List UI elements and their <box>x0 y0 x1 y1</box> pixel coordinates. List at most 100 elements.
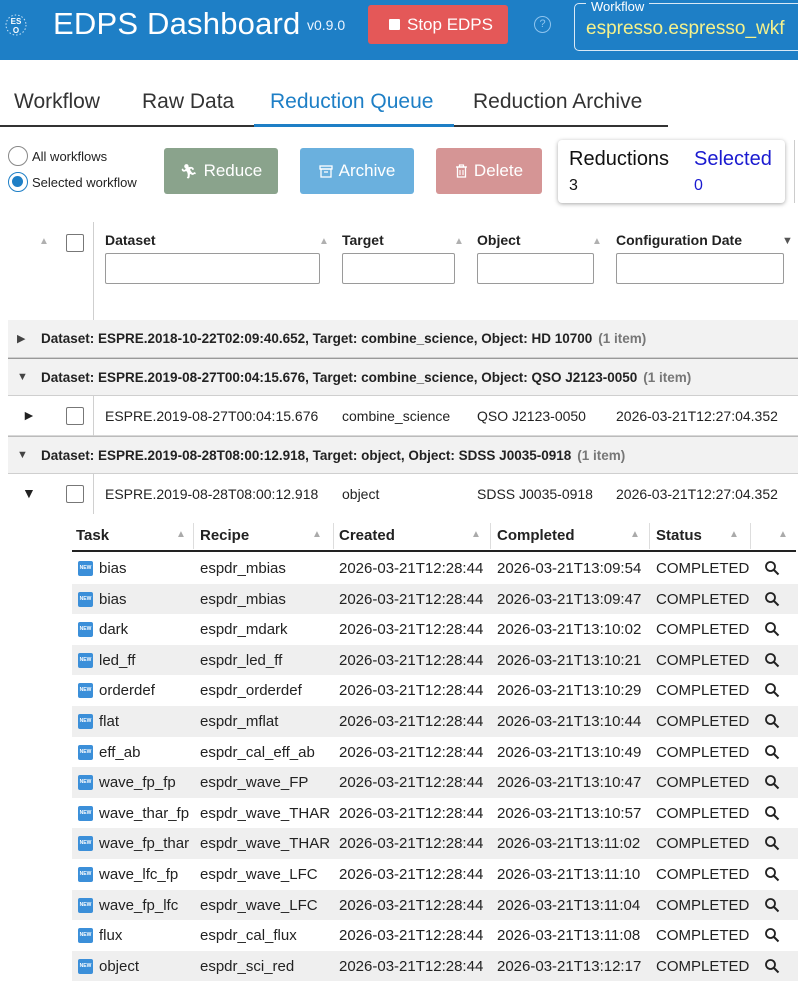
sort-asc-icon[interactable]: ▲ <box>454 236 464 247</box>
radio-all-workflows-circle[interactable] <box>8 146 28 166</box>
row-checkbox[interactable] <box>66 407 84 425</box>
completed-cell: 2026-03-21T13:10:57 <box>497 804 642 822</box>
expand-icon[interactable]: ▶ <box>17 332 25 345</box>
sort-desc-icon[interactable]: ▼ <box>782 235 793 247</box>
job-row[interactable]: NEW eff_ab espdr_cal_eff_ab 2026-03-21T12:2… <box>72 737 798 768</box>
search-icon[interactable] <box>764 713 780 729</box>
search-icon[interactable] <box>764 774 780 790</box>
dataset-filter-input[interactable] <box>105 253 320 284</box>
column-header-dataset[interactable]: Dataset <box>105 232 156 248</box>
search-icon[interactable] <box>764 927 780 943</box>
sort-asc-icon[interactable]: ▲ <box>319 236 329 247</box>
row-divider <box>93 474 94 514</box>
job-row[interactable]: NEW wave_fp_thar espdr_wave_THAR 2026-03-21… <box>72 828 798 859</box>
select-all-checkbox[interactable] <box>66 234 84 252</box>
job-row[interactable]: NEW wave_lfc_fp espdr_wave_LFC 2026-03-21T1… <box>72 859 798 890</box>
search-icon[interactable] <box>764 621 780 637</box>
config-date-cell: 2026-03-21T12:27:04.352 <box>616 486 778 502</box>
column-header-created[interactable]: Created <box>339 527 395 544</box>
tab-workflow[interactable]: Workflow <box>14 90 100 114</box>
collapse-icon[interactable]: ▼ <box>17 449 28 461</box>
recipe-cell: espdr_mbias <box>200 560 286 577</box>
group-row[interactable]: ▼ Dataset: ESPRE.2019-08-28T08:00:12.918… <box>8 436 798 474</box>
svg-text:O: O <box>13 26 19 35</box>
created-cell: 2026-03-21T12:28:44 <box>339 743 484 761</box>
job-row[interactable]: NEW wave_fp_fp espdr_wave_FP 2026-03-21T12:… <box>72 767 798 798</box>
completed-cell: 2026-03-21T13:10:44 <box>497 713 642 730</box>
column-header-status[interactable]: Status <box>656 527 702 544</box>
sort-asc-icon[interactable]: ▲ <box>39 236 49 247</box>
new-badge-icon: NEW <box>78 775 93 791</box>
column-header-recipe[interactable]: Recipe <box>200 527 249 544</box>
column-header-target[interactable]: Target <box>342 232 384 248</box>
group-row[interactable]: ▼ Dataset: ESPRE.2019-08-27T00:04:15.676… <box>8 358 798 396</box>
job-row[interactable]: NEW flux espdr_cal_flux 2026-03-21T12:28:44… <box>72 920 798 951</box>
sort-asc-icon[interactable]: ▲ <box>312 529 322 540</box>
created-cell: 2026-03-21T12:28:44 <box>339 804 484 822</box>
sort-asc-icon[interactable]: ▲ <box>630 529 640 540</box>
target-filter-input[interactable] <box>342 253 455 284</box>
new-badge-icon: NEW <box>78 622 93 638</box>
search-icon[interactable] <box>764 591 780 607</box>
reductions-label: Reductions <box>569 148 670 170</box>
column-header-configuration-date[interactable]: Configuration Date <box>616 232 742 248</box>
sort-asc-icon[interactable]: ▲ <box>471 529 481 540</box>
archive-button[interactable]: Archive <box>300 148 414 194</box>
sort-asc-icon[interactable]: ▲ <box>176 529 186 540</box>
table-row[interactable]: ► ESPRE.2019-08-27T00:04:15.676 combine_… <box>8 396 798 436</box>
workflow-select-value[interactable]: espresso.espresso_wkf <box>586 18 785 40</box>
job-row[interactable]: NEW wave_fp_lfc espdr_wave_LFC 2026-03-21T1… <box>72 889 798 921</box>
job-row[interactable]: NEW orderdef espdr_orderdef 2026-03-21T12:2… <box>72 675 798 706</box>
jobs-subtable-header: Task ▲ Recipe ▲ Created ▲ Completed ▲ St… <box>72 520 796 552</box>
radio-selected-workflow[interactable]: Selected workflow <box>8 172 137 192</box>
row-collapse-icon[interactable]: ▼ <box>22 485 36 501</box>
tab-raw-data[interactable]: Raw Data <box>142 90 234 114</box>
group-row[interactable]: ▶ Dataset: ESPRE.2018-10-22T02:09:40.652… <box>8 320 798 358</box>
reduce-button[interactable]: 🏃︎ Reduce <box>164 148 278 194</box>
sort-asc-icon[interactable]: ▲ <box>729 529 739 540</box>
recipe-cell: espdr_led_ff <box>200 651 283 669</box>
sort-asc-icon[interactable]: ▲ <box>778 529 788 540</box>
search-icon[interactable] <box>764 958 780 974</box>
job-row[interactable]: NEW object espdr_sci_red 2026-03-21T12:28:4… <box>72 950 798 982</box>
table-row[interactable]: ▼ ESPRE.2019-08-28T08:00:12.918 object S… <box>8 474 798 514</box>
radio-selected-workflow-circle[interactable] <box>8 172 28 192</box>
search-icon[interactable] <box>764 682 780 698</box>
search-icon[interactable] <box>764 560 780 576</box>
job-row[interactable]: NEW bias espdr_mbias 2026-03-21T12:28:44 202… <box>72 553 798 584</box>
grid-header-divider <box>93 222 94 320</box>
search-icon[interactable] <box>764 744 780 760</box>
new-badge-icon: NEW <box>78 897 93 913</box>
object-filter-input[interactable] <box>477 253 594 284</box>
sort-asc-icon[interactable]: ▲ <box>592 236 602 247</box>
help-icon[interactable]: ? <box>534 16 551 33</box>
row-checkbox[interactable] <box>66 485 84 503</box>
search-icon[interactable] <box>764 652 780 668</box>
task-cell: eff_ab <box>99 743 141 761</box>
column-header-object[interactable]: Object <box>477 232 521 248</box>
job-row[interactable]: NEW flat espdr_mflat 2026-03-21T12:28:44 202… <box>72 706 798 737</box>
configuration-date-filter-input[interactable] <box>616 253 784 284</box>
radio-all-workflows[interactable]: All workflows <box>8 146 107 166</box>
task-cell: led_ff <box>99 651 136 669</box>
job-row[interactable]: NEW led_ff espdr_led_ff 2026-03-21T12:28:44… <box>72 644 798 676</box>
created-cell: 2026-03-21T12:28:44 <box>339 560 484 577</box>
search-icon[interactable] <box>764 866 780 882</box>
search-icon[interactable] <box>764 897 780 913</box>
job-row[interactable]: NEW bias espdr_mbias 2026-03-21T12:28:44 202… <box>72 583 798 615</box>
search-icon[interactable] <box>764 835 780 851</box>
status-cell: COMPLETED <box>656 896 750 914</box>
row-expand-icon[interactable]: ► <box>22 407 36 423</box>
collapse-icon[interactable]: ▼ <box>17 371 28 383</box>
column-header-completed[interactable]: Completed <box>497 527 575 544</box>
job-row[interactable]: NEW wave_thar_fp espdr_wave_THAR 2026-03-21… <box>72 798 798 829</box>
job-row[interactable]: NEW dark espdr_mdark 2026-03-21T12:28:44 202… <box>72 614 798 645</box>
search-icon[interactable] <box>764 805 780 821</box>
delete-button[interactable]: Delete <box>436 148 542 194</box>
stop-edps-button[interactable]: Stop EDPS <box>368 5 508 44</box>
tab-reduction-queue[interactable]: Reduction Queue <box>270 90 433 114</box>
column-header-task[interactable]: Task <box>76 527 109 544</box>
column-separator <box>333 523 334 549</box>
tab-reduction-archive[interactable]: Reduction Archive <box>473 90 642 114</box>
recipe-cell: espdr_wave_LFC <box>200 896 318 914</box>
